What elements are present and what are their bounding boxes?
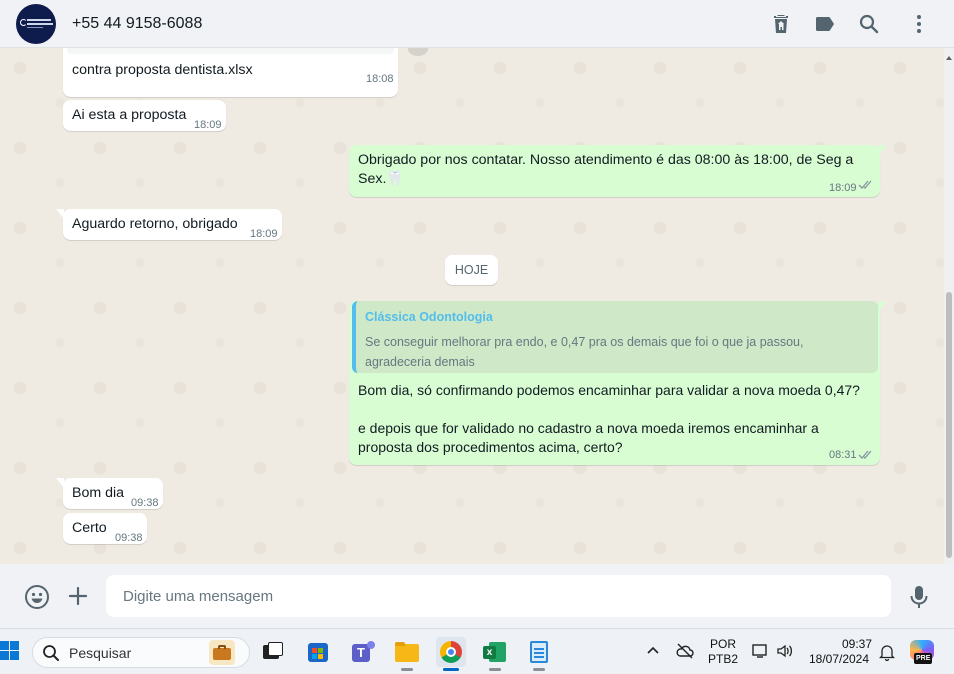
message-time: 08:31 — [829, 449, 857, 461]
notepad-icon[interactable] — [524, 637, 554, 671]
message-time: 18:09 — [829, 182, 857, 194]
message-bubble-in[interactable]: Bom dia 09:38 — [56, 478, 163, 509]
scroll-up-arrow[interactable] — [946, 56, 952, 60]
microphone-icon[interactable] — [908, 584, 930, 610]
attach-plus-icon[interactable] — [67, 585, 89, 607]
contact-avatar[interactable] — [16, 4, 56, 44]
emoji-icon[interactable] — [24, 584, 50, 610]
message-bubble-in[interactable]: Certo 09:38 — [63, 513, 147, 544]
search-icon[interactable] — [857, 12, 881, 36]
keyboard-layout: PTB2 — [707, 652, 738, 666]
excel-icon[interactable]: x — [480, 637, 510, 671]
double-check-icon — [858, 450, 872, 459]
message-text-line: proposta dos procedimentos acima, certo? — [358, 439, 623, 455]
message-time: 18:09 — [194, 119, 222, 131]
message-text: Ai esta a proposta — [72, 107, 187, 123]
language-indicator[interactable]: POR PTB2 — [706, 637, 740, 667]
date-separator: HOJE — [445, 255, 498, 285]
copilot-icon[interactable]: PRE — [910, 640, 936, 666]
message-time: 18:09 — [250, 228, 278, 240]
message-text-line: Obrigado por nos contatar. Nosso atendim… — [358, 152, 854, 168]
briefcase-icon[interactable] — [209, 640, 235, 665]
message-input[interactable] — [106, 575, 891, 617]
volume-icon[interactable] — [776, 643, 794, 659]
quoted-message[interactable]: Clássica Odontologia Se conseguir melhor… — [352, 301, 878, 373]
message-text: Bom dia — [72, 485, 125, 501]
message-composer — [0, 564, 954, 628]
message-text-line: e depois que for validado no cadastro a … — [358, 420, 819, 436]
chat-header: +55 44 9158-6088 — [0, 0, 954, 48]
quote-text: Se conseguir melhorar pra endo, e 0,47 p… — [365, 335, 804, 369]
menu-icon[interactable] — [907, 12, 931, 36]
message-text-line: Sex.🦷 — [358, 171, 405, 187]
network-icon[interactable] — [752, 643, 770, 659]
message-time: 18:08 — [366, 73, 394, 85]
message-bubble-in[interactable]: Aguardo retorno, obrigado 18:09 — [56, 209, 282, 240]
clock-time: 09:37 — [841, 637, 872, 651]
file-explorer-icon[interactable] — [392, 637, 422, 671]
language-code: POR — [709, 637, 736, 651]
chrome-icon[interactable] — [436, 637, 466, 671]
contact-name[interactable]: +55 44 9158-6088 — [72, 15, 202, 33]
onedrive-offline-icon[interactable] — [676, 642, 694, 660]
message-bubble-in[interactable]: contra proposta dentista.xlsx 18:08 — [63, 48, 398, 97]
notification-bell-icon[interactable] — [879, 643, 895, 661]
teams-icon[interactable]: T — [348, 637, 378, 667]
copilot-badge: PRE — [914, 653, 933, 664]
message-text-line: Bom dia, só confirmando podemos encaminh… — [358, 382, 860, 398]
label-icon[interactable] — [813, 12, 837, 36]
message-time: 09:38 — [131, 497, 159, 509]
message-bubble-out[interactable]: Obrigado por nos contatar. Nosso atendim… — [349, 145, 887, 197]
message-text: contra proposta dentista.xlsx — [72, 62, 253, 78]
task-view-icon[interactable] — [258, 637, 288, 667]
message-bubble-in[interactable]: Ai esta a proposta 18:09 — [63, 100, 226, 131]
search-icon — [43, 645, 59, 661]
windows-taskbar: Pesquisar T x POR PTB2 09:37 18/07/2024 … — [0, 628, 954, 674]
scrollbar-thumb[interactable] — [946, 292, 952, 558]
microsoft-store-icon[interactable] — [303, 637, 333, 667]
clock[interactable]: 09:37 18/07/2024 — [806, 637, 872, 667]
quote-author: Clássica Odontologia — [365, 310, 493, 324]
chevron-up-icon[interactable] — [646, 645, 660, 655]
delete-icon[interactable] — [769, 12, 793, 36]
file-preview — [67, 48, 394, 54]
taskbar-search[interactable]: Pesquisar — [32, 637, 250, 668]
search-placeholder: Pesquisar — [69, 645, 132, 661]
message-time: 09:38 — [115, 532, 143, 544]
chat-scrollbar[interactable] — [944, 48, 954, 564]
double-check-icon — [858, 180, 872, 189]
windows-start-icon[interactable] — [0, 641, 20, 661]
message-text: Aguardo retorno, obrigado — [72, 216, 238, 232]
message-text: Certo — [72, 520, 107, 536]
chat-area[interactable]: contra proposta dentista.xlsx 18:08 Ai e… — [0, 48, 944, 564]
clock-date: 18/07/2024 — [808, 652, 870, 666]
